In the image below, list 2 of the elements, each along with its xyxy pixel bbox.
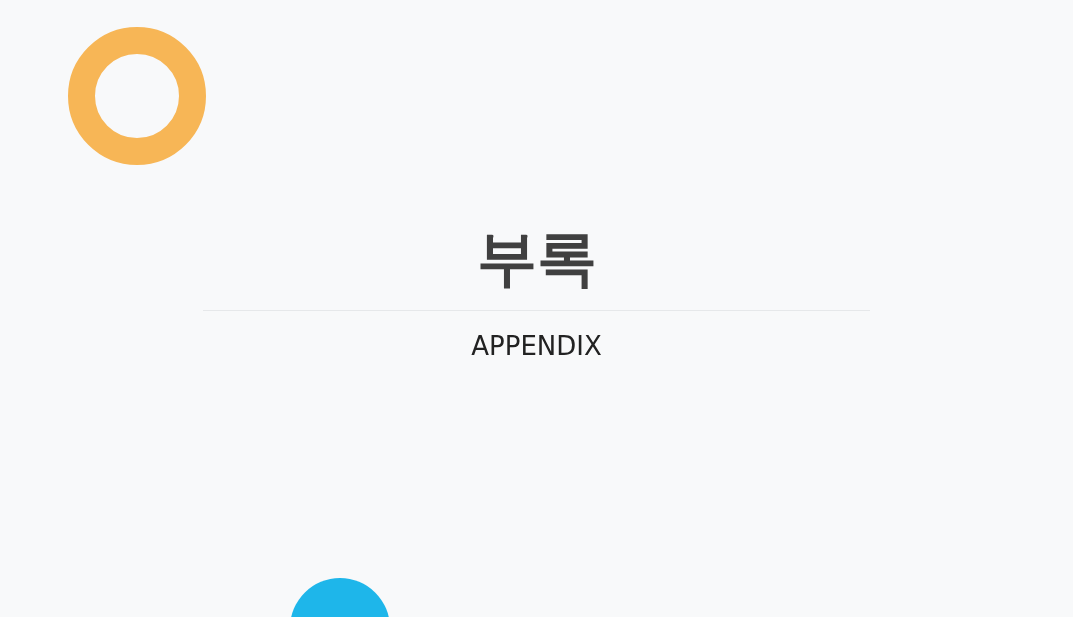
slide-subtitle: APPENDIX	[471, 330, 602, 363]
slide-title: 부록	[476, 222, 597, 294]
